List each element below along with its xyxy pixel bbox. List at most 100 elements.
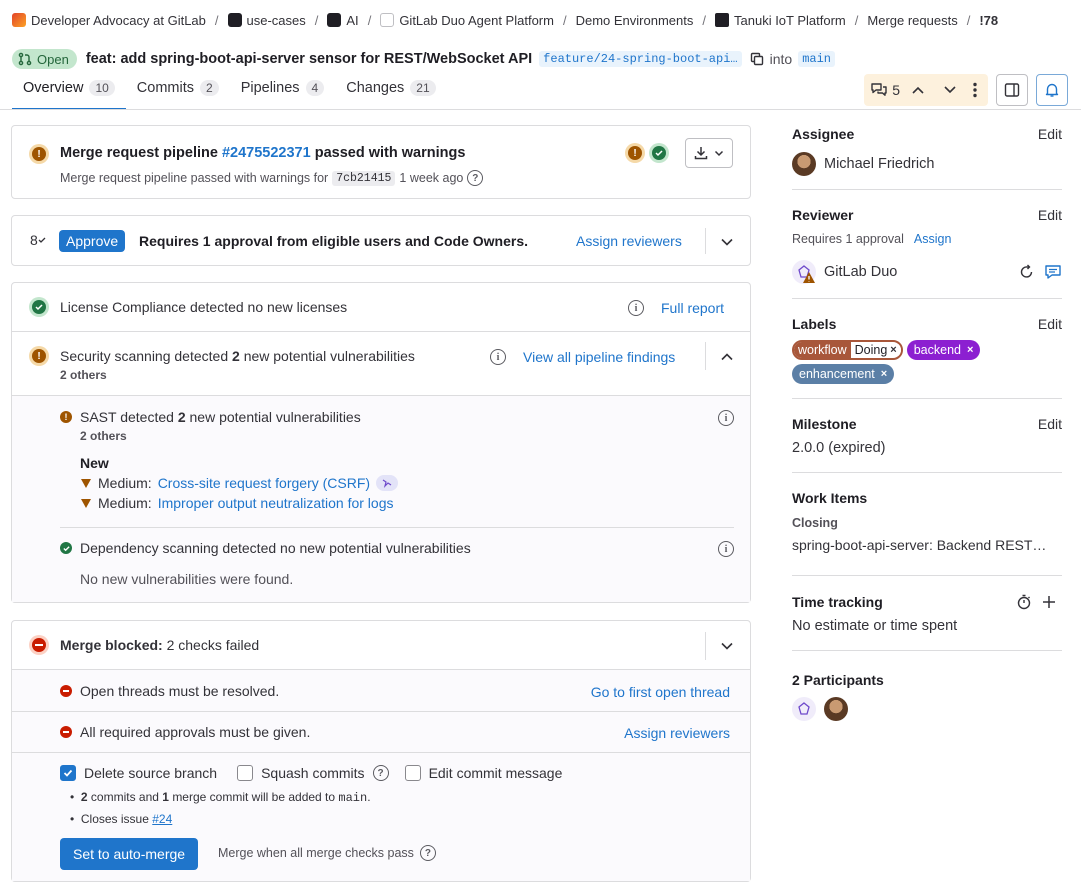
security-count: 2 <box>232 348 240 364</box>
breadcrumb-label: Demo Environments <box>575 12 694 28</box>
breadcrumb-item-ai[interactable]: AI <box>327 13 359 28</box>
closes-text: Closes issue <box>80 812 149 826</box>
chevron-down-icon[interactable] <box>720 639 734 653</box>
edit-assignee-button[interactable]: Edit <box>1038 126 1062 142</box>
breadcrumb-item-use-cases[interactable]: use-cases <box>227 12 306 28</box>
merge-blocked-label: Merge blocked: <box>60 637 163 653</box>
info-icon[interactable]: i <box>490 349 506 365</box>
next-thread-button[interactable] <box>936 74 964 106</box>
comment-icon[interactable] <box>1044 263 1062 281</box>
breadcrumb-item-duo-agent-platform[interactable]: GitLab Duo Agent Platform <box>380 13 554 28</box>
sidebar-time-tracking: Time tracking No estimate or time spent <box>792 594 1062 634</box>
edit-labels-button[interactable]: Edit <box>1038 316 1062 332</box>
assignee-user[interactable]: Michael Friedrich <box>792 152 1062 176</box>
full-report-link[interactable]: Full report <box>661 300 724 316</box>
option-label: Squash commits <box>261 765 365 781</box>
tab-commits[interactable]: Commits 2 <box>126 76 230 110</box>
delete-source-branch-checkbox[interactable] <box>60 765 76 781</box>
breadcrumb-item-merge-requests[interactable]: Merge requests <box>867 13 957 28</box>
label-workflow[interactable]: workflow Doing × <box>792 340 903 360</box>
requires-text: Requires 1 approval <box>792 232 904 246</box>
issue-link[interactable]: #24 <box>152 812 172 826</box>
sidebar-divider <box>792 650 1062 651</box>
duo-explain-icon[interactable] <box>376 475 399 491</box>
help-icon[interactable]: ? <box>419 845 436 861</box>
commit-sha[interactable]: 7cb21415 <box>332 170 396 186</box>
divider <box>60 527 734 528</box>
divider <box>12 331 750 332</box>
tab-overview[interactable]: Overview 10 <box>12 76 126 110</box>
target-branch[interactable]: main <box>798 51 835 67</box>
artifacts-dropdown[interactable] <box>685 138 733 168</box>
bullet: • <box>70 812 81 826</box>
help-icon[interactable]: ? <box>467 170 484 186</box>
participant-duo-avatar[interactable] <box>792 697 816 721</box>
source-branch[interactable]: feature/24-spring-boot-api… <box>539 51 742 67</box>
copy-icon[interactable] <box>750 52 764 66</box>
remove-label-icon[interactable]: × <box>890 344 901 356</box>
tab-changes[interactable]: Changes 21 <box>335 76 446 110</box>
dependency-success-icon <box>60 542 72 554</box>
go-to-thread-link[interactable]: Go to first open thread <box>591 684 730 700</box>
remove-label-icon[interactable]: × <box>967 344 973 356</box>
info-icon[interactable]: i <box>628 300 644 316</box>
work-item-link[interactable]: spring-boot-api-server: Backend REST… <box>792 537 1062 553</box>
sidebar-divider <box>792 298 1062 299</box>
finding-severity: Medium: <box>98 475 152 491</box>
stage-success-icon[interactable] <box>649 143 669 163</box>
edit-commit-message-checkbox[interactable] <box>404 765 421 781</box>
merge-blocked-icon <box>29 635 49 655</box>
download-icon <box>694 147 708 160</box>
stopwatch-icon[interactable] <box>1016 594 1032 610</box>
project-avatar-icon <box>715 13 729 27</box>
collapse-sidebar-button[interactable] <box>996 74 1028 106</box>
tab-pipelines[interactable]: Pipelines 4 <box>230 76 336 110</box>
group-avatar-icon <box>12 13 26 27</box>
license-text: License Compliance detected no new licen… <box>60 299 348 315</box>
breadcrumb-label: use-cases <box>246 12 306 28</box>
assign-reviewers-link[interactable]: Assign reviewers <box>624 725 730 741</box>
finding-link[interactable]: Improper output neutralization for logs <box>158 495 394 511</box>
participant-avatar[interactable] <box>824 697 848 721</box>
chevron-down-icon[interactable] <box>720 235 734 249</box>
dependency-none-text: No new vulnerabilities were found. <box>80 571 294 587</box>
more-actions-button[interactable] <box>968 74 982 106</box>
edit-milestone-button[interactable]: Edit <box>1038 416 1062 432</box>
previous-thread-button[interactable] <box>904 74 932 106</box>
view-all-findings-link[interactable]: View all pipeline findings <box>523 349 675 365</box>
breadcrumb-item-group[interactable]: Developer Advocacy at GitLab <box>12 13 206 28</box>
sast-warning-icon: ! <box>60 411 72 423</box>
help-icon[interactable]: ? <box>372 765 389 781</box>
breadcrumb-item-current[interactable]: !78 <box>979 13 998 28</box>
severity-medium-icon <box>81 499 91 508</box>
pipeline-link[interactable]: #2475522371 <box>222 145 311 161</box>
sidebar-divider <box>792 472 1062 473</box>
finding-link[interactable]: Cross-site request forgery (CSRF) <box>158 475 370 491</box>
assign-reviewers-link[interactable]: Assign reviewers <box>576 233 682 249</box>
assign-link[interactable]: Assign <box>914 232 952 246</box>
notifications-button[interactable] <box>1036 74 1068 106</box>
comments-icon <box>871 83 887 96</box>
squash-commits-checkbox[interactable] <box>237 765 254 781</box>
chevron-down-icon <box>944 86 956 94</box>
reviewer-user[interactable]: GitLab Duo <box>792 260 1062 284</box>
merge-when-text: Merge when all merge checks pass ? <box>218 845 436 861</box>
chevron-up-icon[interactable] <box>720 350 734 364</box>
info-icon[interactable]: i <box>718 541 734 557</box>
edit-reviewer-button[interactable]: Edit <box>1038 207 1062 223</box>
label-backend[interactable]: backend × <box>906 340 981 360</box>
breadcrumb-item-tanuki-iot[interactable]: Tanuki IoT Platform <box>715 13 846 28</box>
remove-label-icon[interactable]: × <box>881 368 887 380</box>
label-enhancement[interactable]: enhancement × <box>792 364 895 384</box>
info-icon[interactable]: i <box>718 410 734 426</box>
labels-list: workflow Doing × backend × enhancement × <box>792 340 1022 384</box>
auto-merge-button[interactable]: Set to auto-merge <box>60 838 199 870</box>
rerequest-review-icon[interactable] <box>1018 263 1036 281</box>
stage-warning-icon[interactable]: ! <box>625 143 645 163</box>
milestone-value[interactable]: 2.0.0 (expired) <box>792 440 1062 456</box>
dependency-text: Dependency scanning detected no new pote… <box>80 540 471 556</box>
approve-button[interactable]: Approve <box>59 230 126 252</box>
breadcrumb-item-demo-environments[interactable]: Demo Environments <box>576 13 694 28</box>
plus-icon[interactable] <box>1042 595 1056 609</box>
comments-button[interactable]: 5 <box>870 74 900 106</box>
